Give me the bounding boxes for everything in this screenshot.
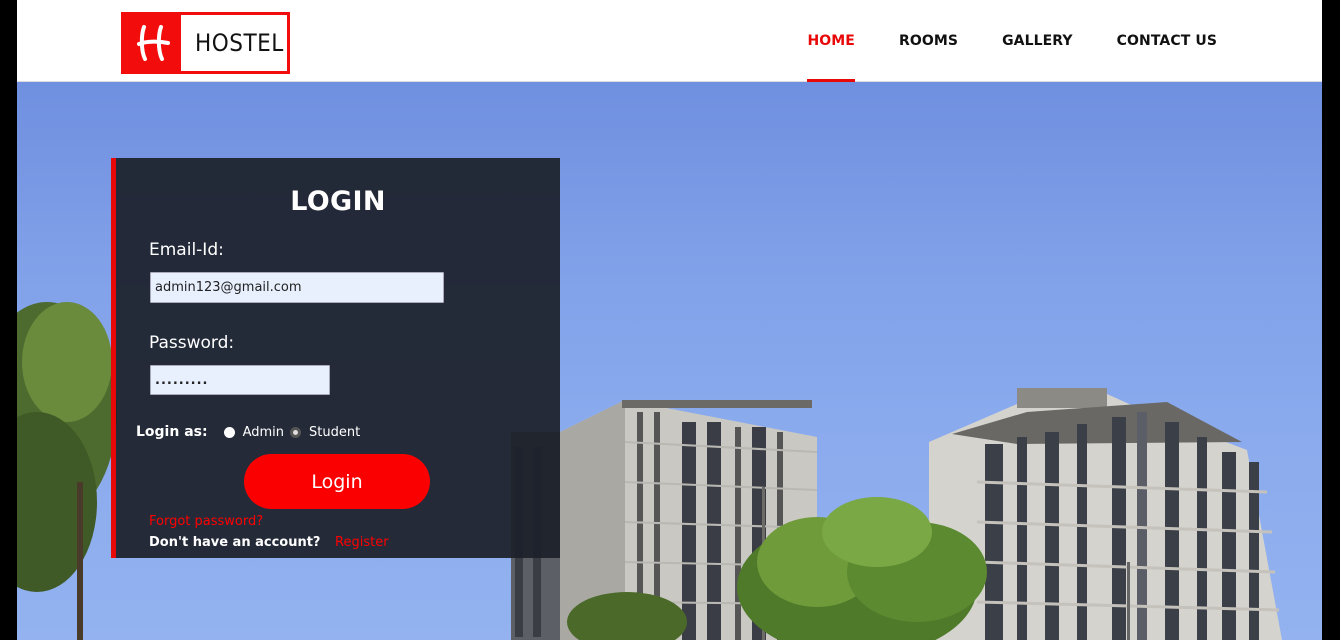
site-header: HOSTEL HOME ROOMS GALLERY CONTACT US [17,0,1322,82]
left-tree [17,302,117,640]
register-row: Don't have an account? Register [149,535,389,550]
logo-text: HOSTEL [195,29,284,57]
nav-home[interactable]: HOME [807,0,855,82]
building-right [929,388,1282,640]
login-panel: LOGIN Email-Id: admin123@gmail.com Passw… [111,158,560,558]
student-radio-label: Student [309,424,361,440]
admin-radio[interactable] [223,426,235,438]
student-radio[interactable] [290,426,302,438]
email-label: Email-Id: [149,240,224,260]
nav-contact-us[interactable]: CONTACT US [1117,0,1217,82]
login-role-selector: Login as: Admin Student [136,424,360,440]
login-button[interactable]: Login [244,454,430,509]
password-field[interactable]: ......... [150,365,330,395]
nav-rooms[interactable]: ROOMS [899,0,958,82]
login-title: LOGIN [290,186,386,217]
no-account-text: Don't have an account? [149,535,321,550]
admin-radio-label: Admin [242,424,285,440]
main-nav: HOME ROOMS GALLERY CONTACT US [807,0,1217,82]
email-field[interactable]: admin123@gmail.com [150,272,444,303]
register-link[interactable]: Register [335,535,389,550]
light-pole [1127,562,1130,640]
browser-viewport: HOSTEL HOME ROOMS GALLERY CONTACT US LOG… [17,0,1322,640]
site-logo[interactable]: HOSTEL [121,12,290,74]
logo-h-icon [124,15,181,71]
nav-gallery[interactable]: GALLERY [1002,0,1073,82]
password-label: Password: [149,333,235,353]
forgot-password-link[interactable]: Forgot password? [149,514,263,529]
login-as-label: Login as: [136,424,208,440]
